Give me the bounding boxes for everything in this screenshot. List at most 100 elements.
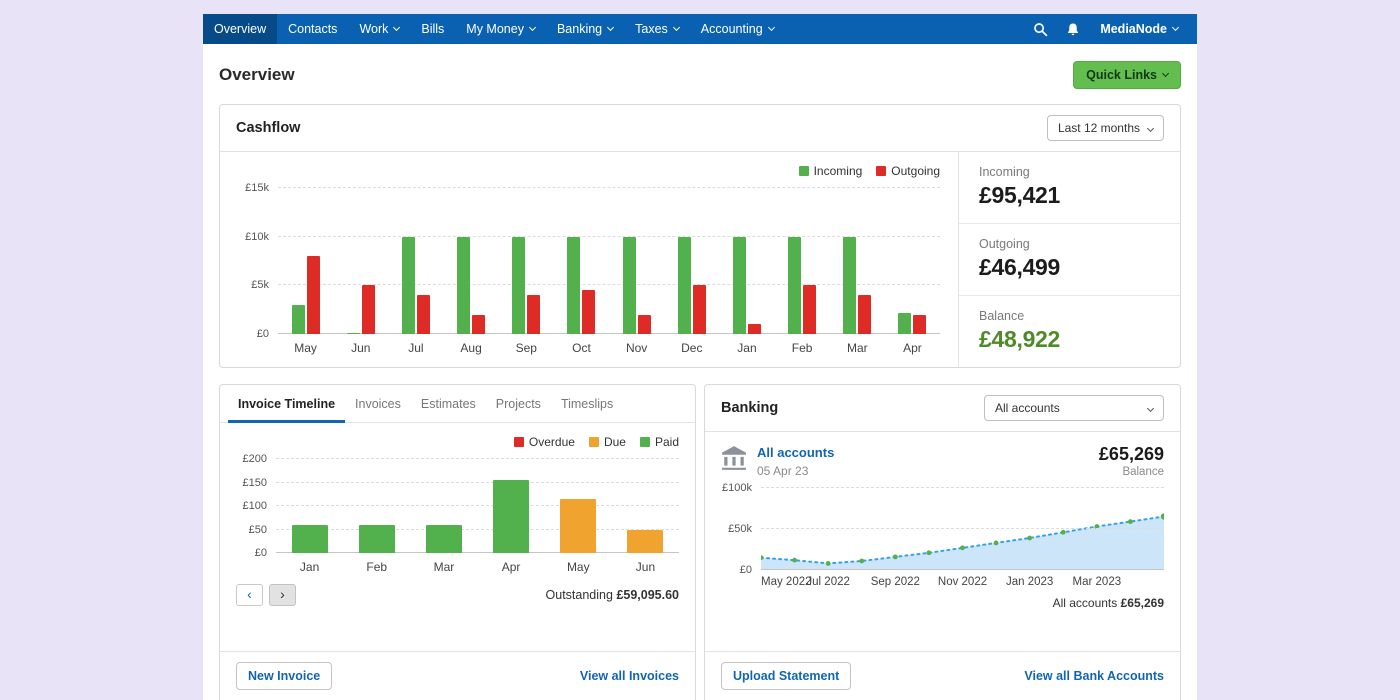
- nav-work[interactable]: Work: [348, 14, 410, 44]
- bar-group-jan: [733, 188, 761, 334]
- view-all-invoices-link[interactable]: View all Invoices: [580, 669, 679, 683]
- nav-items: Overview Contacts Work Bills My Money Ba…: [203, 14, 785, 44]
- cashflow-chart-grid: £15k£10k£5k£0: [238, 188, 940, 334]
- bar-incoming: [347, 333, 360, 334]
- gridline: [761, 569, 1164, 570]
- tab-invoice-timeline[interactable]: Invoice Timeline: [228, 385, 345, 423]
- banking-account-select[interactable]: All accounts: [984, 395, 1164, 421]
- bar-groups: [278, 188, 940, 334]
- nav-banking[interactable]: Banking: [546, 14, 624, 44]
- nav-bills[interactable]: Bills: [410, 14, 455, 44]
- bar-outgoing: [307, 256, 320, 334]
- new-invoice-button[interactable]: New Invoice: [236, 662, 332, 690]
- nav-taxes[interactable]: Taxes: [624, 14, 690, 44]
- outstanding-label: Outstanding: [546, 588, 613, 602]
- banking-card: Banking All accounts All accounts 05 Apr…: [704, 384, 1181, 700]
- desktop-background: Overview Contacts Work Bills My Money Ba…: [0, 0, 1400, 700]
- cashflow-period-select[interactable]: Last 12 months: [1047, 115, 1164, 141]
- new-invoice-label: New Invoice: [248, 669, 320, 683]
- tab-timeslips[interactable]: Timeslips: [551, 385, 623, 423]
- bar-incoming: [567, 237, 580, 334]
- stat-outgoing-label: Outgoing: [979, 237, 1160, 251]
- invoice-card-footer: New Invoice View all Invoices: [220, 651, 695, 700]
- data-point-dot: [859, 559, 864, 564]
- bank-balance-value: £65,269: [1099, 444, 1164, 465]
- legend-swatch-paid: [640, 437, 650, 447]
- data-point-dot: [926, 550, 931, 555]
- x-tick-label: Apr: [885, 341, 940, 355]
- legend-swatch-overdue: [514, 437, 524, 447]
- legend-outgoing: Outgoing: [876, 164, 940, 178]
- next-page-button[interactable]: ›: [269, 584, 296, 606]
- search-icon[interactable]: [1024, 14, 1057, 44]
- invoice-x-axis: JanFebMarAprMayJun: [276, 560, 679, 574]
- bar-outgoing: [913, 315, 926, 334]
- prev-page-button[interactable]: ‹: [236, 584, 263, 606]
- stat-incoming-value: £95,421: [979, 182, 1160, 209]
- upload-statement-button[interactable]: Upload Statement: [721, 662, 851, 690]
- stat-balance-label: Balance: [979, 309, 1160, 323]
- invoice-pager: ‹ ›: [236, 584, 296, 606]
- x-tick-label: Sep: [499, 341, 554, 355]
- bank-account-date: 05 Apr 23: [757, 464, 1089, 478]
- x-tick-label: May: [545, 560, 612, 574]
- cashflow-period-value: Last 12 months: [1058, 121, 1140, 135]
- stat-incoming: Incoming £95,421: [959, 152, 1180, 224]
- bar-group-jun: [627, 459, 663, 553]
- tab-estimates[interactable]: Estimates: [411, 385, 486, 423]
- bank-account-row: All accounts 05 Apr 23 £65,269 Balance: [721, 444, 1164, 478]
- tab-estimates-label: Estimates: [421, 397, 476, 411]
- bar-group-mar: [426, 459, 462, 553]
- data-point-dot: [826, 561, 831, 566]
- upload-statement-label: Upload Statement: [733, 669, 839, 683]
- search-icon-glyph: [1033, 22, 1048, 37]
- all-accounts-link[interactable]: All accounts: [757, 445, 834, 460]
- bar-outgoing: [693, 285, 706, 334]
- x-tick-label: Sep 2022: [871, 576, 920, 588]
- x-tick-label: Feb: [343, 560, 410, 574]
- x-tick-label: May: [278, 341, 333, 355]
- bar-outgoing: [803, 285, 816, 334]
- bar-incoming: [402, 237, 415, 334]
- notifications-bell-icon[interactable]: [1057, 14, 1089, 44]
- tab-projects-label: Projects: [496, 397, 541, 411]
- tab-projects[interactable]: Projects: [486, 385, 551, 423]
- bar-group-mar: [843, 188, 871, 334]
- stat-balance: Balance £48,922: [959, 296, 1180, 367]
- stat-incoming-label: Incoming: [979, 165, 1160, 179]
- bottom-row: Invoice Timeline Invoices Estimates Proj…: [219, 384, 1181, 700]
- bar-outgoing: [748, 324, 761, 334]
- cashflow-legend: Incoming Outgoing: [238, 164, 940, 178]
- account-menu[interactable]: MediaNode: [1089, 14, 1189, 44]
- cashflow-plot: [278, 188, 940, 334]
- bar-incoming: [678, 237, 691, 334]
- x-tick-label: May 2022: [761, 576, 812, 588]
- quick-links-label: Quick Links: [1086, 68, 1157, 82]
- invoice-pager-row: ‹ › Outstanding £59,095.60: [236, 584, 679, 606]
- bar-group-nov: [623, 188, 651, 334]
- nav-overview[interactable]: Overview: [203, 14, 277, 44]
- cashflow-y-axis: £15k£10k£5k£0: [238, 188, 278, 334]
- bar-group-apr: [898, 188, 926, 334]
- banking-card-body: All accounts 05 Apr 23 £65,269 Balance £…: [705, 432, 1180, 651]
- cashflow-card-header: Cashflow Last 12 months: [220, 105, 1180, 152]
- nav-contacts[interactable]: Contacts: [277, 14, 348, 44]
- view-all-bank-accounts-link[interactable]: View all Bank Accounts: [1024, 669, 1164, 683]
- nav-overview-label: Overview: [214, 22, 266, 36]
- banking-y-axis: £100k£50k£0: [721, 488, 761, 570]
- invoice-chart-grid: £200£150£100£50£0: [236, 459, 679, 553]
- nav-my-money[interactable]: My Money: [455, 14, 546, 44]
- gridline: [761, 528, 1164, 529]
- legend-outgoing-label: Outgoing: [891, 164, 940, 178]
- x-tick-label: Jul: [388, 341, 443, 355]
- banking-plot: [761, 488, 1164, 570]
- page-header: Overview Quick Links: [203, 44, 1197, 104]
- nav-accounting[interactable]: Accounting: [690, 14, 785, 44]
- quick-links-button[interactable]: Quick Links: [1073, 61, 1181, 89]
- bar-group-feb: [788, 188, 816, 334]
- bar-paid: [292, 525, 328, 553]
- cashflow-card: Cashflow Last 12 months Incoming Outgoin…: [219, 104, 1181, 368]
- invoice-legend: Overdue Due Paid: [236, 435, 679, 449]
- bar-group-jan: [292, 459, 328, 553]
- tab-invoices[interactable]: Invoices: [345, 385, 411, 423]
